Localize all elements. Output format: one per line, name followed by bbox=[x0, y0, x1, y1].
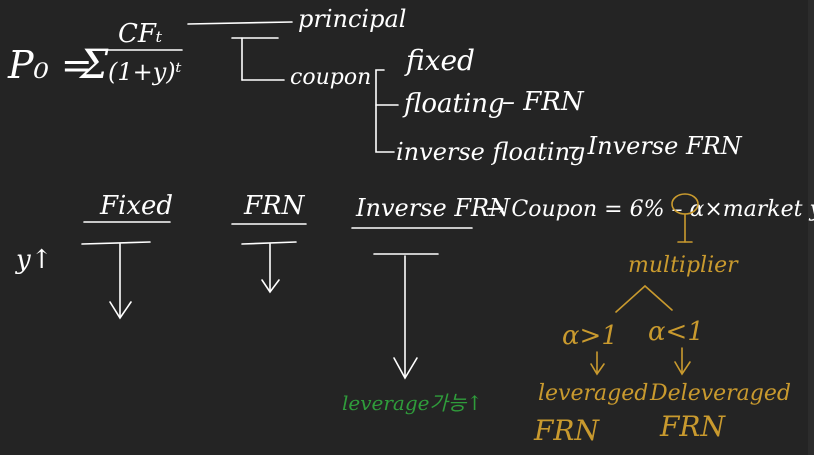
branch-principal-line bbox=[187, 21, 293, 25]
formula-denominator: (1+y)ᵗ bbox=[108, 58, 182, 86]
label-floating: floating bbox=[402, 89, 505, 119]
header-frn: FRN bbox=[243, 191, 306, 221]
frn-bar bbox=[241, 241, 297, 245]
label-deleveraged: Deleveraged bbox=[649, 381, 791, 406]
label-deleveraged-frn: FRN bbox=[659, 410, 727, 443]
coupon-formula: → Coupon = 6% – α×market yield bbox=[486, 197, 814, 222]
whiteboard-canvas: P₀ = Σ CFₜ (1+y)ᵗ principal coupon fixed… bbox=[0, 0, 814, 455]
cashflow-tree: principal coupon fixed floating – FRN in… bbox=[187, 5, 743, 166]
label-inverse-frn: – Inverse FRN bbox=[568, 132, 743, 160]
label-multiplier: multiplier bbox=[628, 253, 739, 278]
bond-price-formula: P₀ = Σ CFₜ (1+y)ᵗ bbox=[7, 19, 183, 88]
label-inverse-floating: inverse floating bbox=[396, 138, 585, 166]
label-leveraged-frn: FRN bbox=[533, 414, 601, 447]
multiplier-split bbox=[615, 284, 673, 313]
label-alpha-lt-1: α<1 bbox=[648, 317, 704, 347]
formula-sigma: Σ bbox=[78, 42, 109, 88]
formula-numerator: CFₜ bbox=[118, 19, 163, 49]
label-fixed: fixed bbox=[404, 44, 475, 77]
label-principal: principal bbox=[298, 5, 406, 33]
label-alpha-gt-1: α>1 bbox=[562, 321, 618, 351]
label-coupon: coupon bbox=[290, 65, 371, 90]
multiplier-branch: multiplier α>1 α<1 leveraged FRN Delever… bbox=[533, 193, 791, 447]
coupon-bracket bbox=[375, 69, 395, 153]
handwriting-layer: P₀ = Σ CFₜ (1+y)ᵗ principal coupon fixed… bbox=[7, 5, 814, 447]
label-leveraged: leveraged bbox=[538, 381, 648, 406]
header-fixed: Fixed bbox=[99, 191, 173, 221]
label-y-up: y↑ bbox=[15, 245, 52, 275]
leverage-note: leverage가능↑ bbox=[342, 391, 483, 415]
label-frn: – FRN bbox=[502, 87, 585, 117]
fixed-bar bbox=[81, 241, 151, 245]
